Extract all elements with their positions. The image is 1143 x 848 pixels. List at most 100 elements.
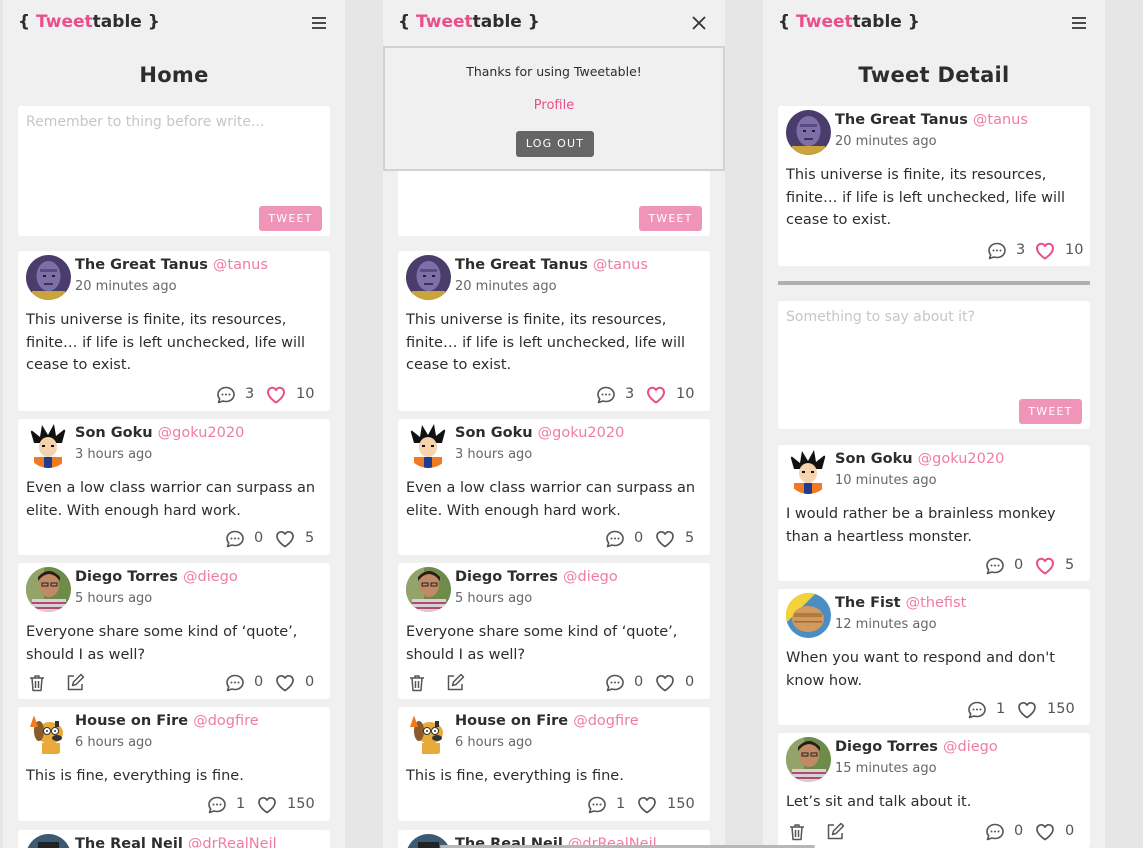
heart-icon[interactable] — [266, 385, 286, 405]
hamburger-menu-icon[interactable] — [308, 12, 330, 34]
goku-avatar[interactable] — [406, 423, 451, 468]
comment-icon[interactable] — [605, 673, 625, 693]
tweet-detail-panel: { Tweettable } Tweet Detail The Great Ta… — [763, 0, 1105, 848]
tweet-author-name[interactable]: Son Goku — [455, 425, 533, 441]
tweet-handle[interactable]: @tanus — [973, 112, 1028, 128]
tweet-author-name[interactable]: House on Fire — [75, 713, 188, 729]
heart-icon[interactable] — [1017, 700, 1037, 720]
tweet-card[interactable]: House on Fire @dogfire 6 hours ago This is… — [18, 707, 330, 821]
comment-icon[interactable] — [596, 385, 616, 405]
tweet-handle[interactable]: @diego — [943, 739, 998, 755]
heart-icon[interactable] — [655, 529, 675, 549]
tweet-handle[interactable]: @goku2020 — [158, 425, 245, 441]
tweet-handle[interactable]: @tanus — [593, 257, 648, 273]
heart-icon[interactable] — [257, 795, 277, 815]
tweet-handle[interactable]: @tanus — [213, 257, 268, 273]
tweet-author-name[interactable]: The Great Tanus — [835, 112, 968, 128]
compose-input[interactable]: Remember to thing before write... — [26, 114, 264, 130]
hamburger-menu-icon[interactable] — [1068, 12, 1090, 34]
tweet-card[interactable]: Diego Torres @diego 15 minutes ago Let’s s… — [778, 733, 1090, 848]
comment-icon[interactable] — [967, 700, 987, 720]
edit-icon[interactable] — [445, 673, 465, 693]
tweet-handle[interactable]: @diego — [183, 569, 238, 585]
comment-icon[interactable] — [985, 556, 1005, 576]
heart-icon[interactable] — [1035, 556, 1055, 576]
tweet-card[interactable]: Son Goku @goku2020 10 minutes ago I would … — [778, 445, 1090, 581]
tweet-card[interactable]: The Great Tanus @tanus 20 minutes ago This… — [398, 251, 710, 411]
reply-compose-box[interactable]: Something to say about it? TWEET — [778, 301, 1090, 429]
tweet-handle[interactable]: @goku2020 — [538, 425, 625, 441]
tweet-author-name[interactable]: The Fist — [835, 595, 901, 611]
tweet-card[interactable]: The Real Neil @drRealNeil — [18, 830, 330, 848]
heart-icon[interactable] — [1035, 241, 1055, 261]
dog-avatar[interactable] — [26, 711, 71, 756]
comment-icon[interactable] — [225, 529, 245, 549]
dog-avatar[interactable] — [406, 711, 451, 756]
thanos-avatar[interactable] — [406, 255, 451, 300]
tweet-card[interactable]: Diego Torres @diego 5 hours ago Everyone s… — [18, 563, 330, 699]
tweet-author-name[interactable]: Diego Torres — [455, 569, 558, 585]
heart-icon[interactable] — [646, 385, 666, 405]
tweet-author-name[interactable]: Son Goku — [75, 425, 153, 441]
tweet-handle[interactable]: @goku2020 — [918, 451, 1005, 467]
tweet-author-name[interactable]: The Real Neil — [75, 836, 183, 848]
heart-icon[interactable] — [275, 673, 295, 693]
comment-icon[interactable] — [207, 795, 227, 815]
tweet-author-name[interactable]: Diego Torres — [75, 569, 178, 585]
diego-avatar[interactable] — [26, 567, 71, 612]
fist-avatar[interactable] — [786, 593, 831, 638]
edit-icon[interactable] — [825, 822, 845, 842]
comment-icon[interactable] — [605, 529, 625, 549]
tweet-author-name[interactable]: Son Goku — [835, 451, 913, 467]
tweet-handle[interactable]: @drRealNeil — [188, 836, 277, 848]
comment-icon[interactable] — [225, 673, 245, 693]
diego-avatar[interactable] — [786, 737, 831, 782]
edit-icon[interactable] — [65, 673, 85, 693]
tweet-button[interactable]: TWEET — [259, 206, 322, 231]
app-logo[interactable]: { Tweettable } — [398, 12, 540, 32]
tweet-handle[interactable]: @thefist — [906, 595, 967, 611]
tweet-handle[interactable]: @dogfire — [193, 713, 258, 729]
comment-icon[interactable] — [987, 241, 1007, 261]
home-panel: { Tweettable } Home Remember to thing be… — [3, 0, 345, 848]
reply-input[interactable]: Something to say about it? — [786, 309, 975, 325]
tweet-handle[interactable]: @diego — [563, 569, 618, 585]
heart-icon[interactable] — [637, 795, 657, 815]
tweet-author-name[interactable]: The Great Tanus — [75, 257, 208, 273]
tweet-author-name[interactable]: Diego Torres — [835, 739, 938, 755]
tweet-card[interactable]: The Great Tanus @tanus 20 minutes ago This… — [18, 251, 330, 411]
trash-icon[interactable] — [407, 673, 427, 693]
tweet-handle[interactable]: @dogfire — [573, 713, 638, 729]
header: { Tweettable } — [3, 0, 345, 46]
tweet-time: 20 minutes ago — [75, 279, 177, 294]
comment-icon[interactable] — [985, 822, 1005, 842]
tweet-card[interactable]: Diego Torres @diego 5 hours ago Everyone s… — [398, 563, 710, 699]
trash-icon[interactable] — [27, 673, 47, 693]
trash-icon[interactable] — [787, 822, 807, 842]
tweet-card[interactable]: Son Goku @goku2020 3 hours ago Even a low … — [18, 419, 330, 555]
app-logo[interactable]: { Tweettable } — [778, 12, 920, 32]
tweet-author-name[interactable]: House on Fire — [455, 713, 568, 729]
tweet-card[interactable]: House on Fire @dogfire 6 hours ago This is… — [398, 707, 710, 821]
goku-avatar[interactable] — [26, 423, 71, 468]
app-logo[interactable]: { Tweettable } — [18, 12, 160, 32]
compose-box[interactable]: Remember to thing before write... TWEET — [18, 106, 330, 236]
logout-button[interactable]: LOG OUT — [516, 131, 594, 157]
tweet-button[interactable]: TWEET — [639, 206, 702, 231]
heart-icon[interactable] — [655, 673, 675, 693]
goku-avatar[interactable] — [786, 449, 831, 494]
avatar[interactable] — [786, 110, 831, 155]
thanos-avatar[interactable] — [26, 255, 71, 300]
diego-avatar[interactable] — [406, 567, 451, 612]
close-menu-icon[interactable] — [688, 12, 710, 34]
neil-avatar[interactable] — [26, 834, 71, 848]
tweet-card[interactable]: The Fist @thefist 12 minutes ago When you … — [778, 589, 1090, 725]
tweet-author-name[interactable]: The Great Tanus — [455, 257, 588, 273]
heart-icon[interactable] — [275, 529, 295, 549]
tweet-button[interactable]: TWEET — [1019, 399, 1082, 424]
comment-icon[interactable] — [587, 795, 607, 815]
tweet-card[interactable]: Son Goku @goku2020 3 hours ago Even a low … — [398, 419, 710, 555]
profile-link[interactable]: Profile — [385, 98, 723, 113]
comment-icon[interactable] — [216, 385, 236, 405]
heart-icon[interactable] — [1035, 822, 1055, 842]
